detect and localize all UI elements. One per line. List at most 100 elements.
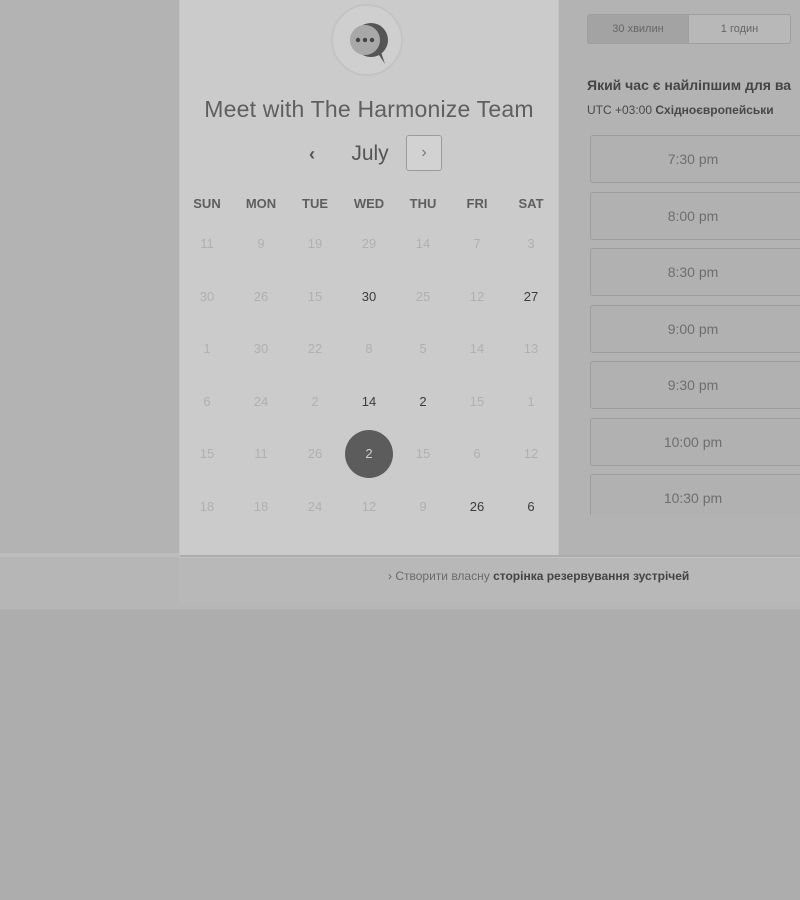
calendar-day: 29 — [342, 218, 396, 270]
calendar-day: 12 — [450, 271, 504, 323]
calendar-day: 19 — [288, 218, 342, 270]
time-slot-button[interactable]: 9:30 pm — [590, 361, 800, 409]
calendar-day: 7 — [450, 218, 504, 270]
previous-month-button[interactable]: ‹ — [298, 140, 326, 168]
calendar-day: 1 — [180, 323, 234, 375]
calendar-day: 15 — [450, 376, 504, 428]
calendar-day: 15 — [288, 271, 342, 323]
link-arrow-icon: › — [388, 569, 392, 583]
day-number: 1 — [527, 393, 535, 409]
duration-60-button[interactable]: 1 годин — [688, 14, 791, 44]
day-number: 6 — [527, 498, 535, 514]
day-number: 6 — [473, 446, 481, 461]
calendar-card: Meet with The Harmonize Team ‹ July › SU… — [179, 0, 559, 555]
calendar-day: 13 — [504, 323, 558, 375]
weekday-header: SUN MON TUE WED THU FRI SAT — [180, 196, 558, 220]
calendar-day: 11 — [234, 428, 288, 480]
day-number: 26 — [307, 446, 323, 461]
calendar-day: 3 — [504, 218, 558, 270]
day-number: 1 — [203, 341, 211, 356]
day-number: 26 — [469, 498, 485, 514]
day-number: 9 — [257, 236, 265, 251]
calendar-day: 18 — [180, 481, 234, 533]
page-title: Meet with The Harmonize Team — [204, 96, 534, 122]
calendar-day[interactable]: 6 — [504, 481, 558, 533]
calendar-day[interactable]: 26 — [450, 481, 504, 533]
calendar-day[interactable]: 14 — [342, 376, 396, 428]
day-number: 12 — [361, 498, 377, 514]
calendar-day: 5 — [396, 323, 450, 375]
day-number: 27 — [523, 288, 539, 304]
day-number: 14 — [415, 236, 431, 251]
calendar-day: 6 — [450, 428, 504, 480]
day-number: 24 — [253, 393, 269, 409]
next-month-button[interactable]: › — [406, 135, 442, 171]
time-slot-button[interactable]: 7:30 pm — [590, 135, 800, 183]
timezone-name: Східноєвропейськи — [655, 103, 774, 117]
day-number: 6 — [203, 393, 211, 409]
day-number: 12 — [469, 288, 485, 304]
day-number: 30 — [253, 341, 269, 356]
duration-30-button[interactable]: 30 хвилин — [587, 14, 689, 44]
time-slot-button[interactable]: 10:30 pm — [590, 474, 800, 515]
calendar-day: 12 — [504, 428, 558, 480]
day-number: 18 — [199, 498, 215, 514]
calendar-day: 24 — [234, 376, 288, 428]
calendar-day: 18 — [234, 481, 288, 533]
day-number: 5 — [419, 341, 427, 356]
calendar-day: 14 — [396, 218, 450, 270]
day-number: 24 — [307, 498, 323, 514]
timezone-label: UTC +03:00 Східноєвропейськи — [587, 103, 774, 117]
weekday-label: SUN — [193, 196, 221, 211]
calendar-day: 14 — [450, 323, 504, 375]
create-booking-page-link[interactable]: › Створити власну сторінка резервування … — [388, 569, 689, 583]
calendar-day: 11 — [180, 218, 234, 270]
calendar-day: 30 — [180, 271, 234, 323]
day-number: 14 — [361, 393, 377, 409]
calendar-day[interactable]: 27 — [504, 271, 558, 323]
time-slot-button[interactable]: 10:00 pm — [590, 418, 800, 466]
calendar-day: 26 — [234, 271, 288, 323]
time-slot-button[interactable]: 8:30 pm — [590, 248, 800, 296]
day-number: 30 — [199, 288, 215, 304]
weekday-label: TUE — [302, 196, 328, 211]
chevron-right-icon: › — [421, 144, 427, 161]
day-number: 11 — [254, 446, 268, 461]
day-number: 15 — [415, 446, 431, 461]
time-slot-button[interactable]: 9:00 pm — [590, 305, 800, 353]
day-number: 7 — [473, 236, 481, 251]
calendar-day: 15 — [396, 428, 450, 480]
weekday-label: FRI — [466, 196, 488, 211]
month-navigation: ‹ July › — [180, 134, 558, 174]
duration-selector: 30 хвилин 1 годин — [587, 14, 791, 46]
time-slot-button[interactable]: 8:00 pm — [590, 192, 800, 240]
day-number: 2 — [345, 430, 393, 478]
selected-day[interactable]: 2 — [342, 428, 396, 480]
calendar-day: 9 — [234, 218, 288, 270]
calendar-day: 6 — [180, 376, 234, 428]
calendar-day: 26 — [288, 428, 342, 480]
chevron-left-icon: ‹ — [309, 144, 315, 164]
weekday-label: WED — [353, 196, 385, 211]
footer-link-text: сторінка резервування зустрічей — [493, 569, 690, 583]
calendar-day[interactable]: 2 — [396, 376, 450, 428]
day-number: 29 — [361, 236, 377, 251]
calendar-day: 30 — [234, 323, 288, 375]
day-number: 3 — [527, 236, 535, 251]
day-number: 2 — [311, 393, 319, 409]
time-question: Який час є найліпшим для ва — [587, 77, 792, 93]
weekday-label: THU — [409, 196, 437, 211]
calendar-day[interactable]: 30 — [342, 271, 396, 323]
calendar-day: 15 — [180, 428, 234, 480]
chat-bubble-icon — [331, 4, 403, 76]
calendar-day: 8 — [342, 323, 396, 375]
day-number: 2 — [419, 393, 427, 409]
calendar-day: 2 — [288, 376, 342, 428]
day-number: 8 — [365, 341, 373, 356]
day-number: 11 — [200, 236, 214, 251]
calendar-day: 22 — [288, 323, 342, 375]
day-number: 9 — [419, 498, 427, 514]
day-number: 30 — [361, 288, 377, 304]
month-label: July — [351, 142, 389, 165]
day-number: 15 — [307, 288, 323, 304]
